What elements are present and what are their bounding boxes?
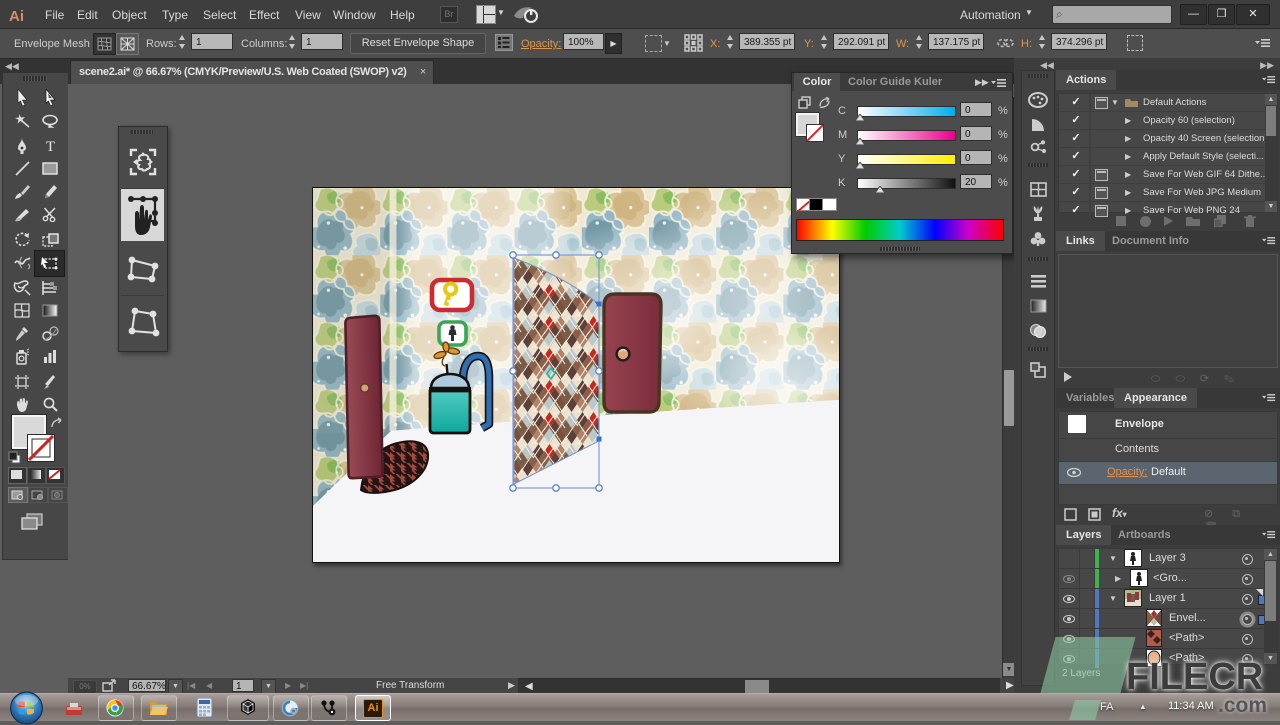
svg-text:T: T — [45, 139, 54, 153]
